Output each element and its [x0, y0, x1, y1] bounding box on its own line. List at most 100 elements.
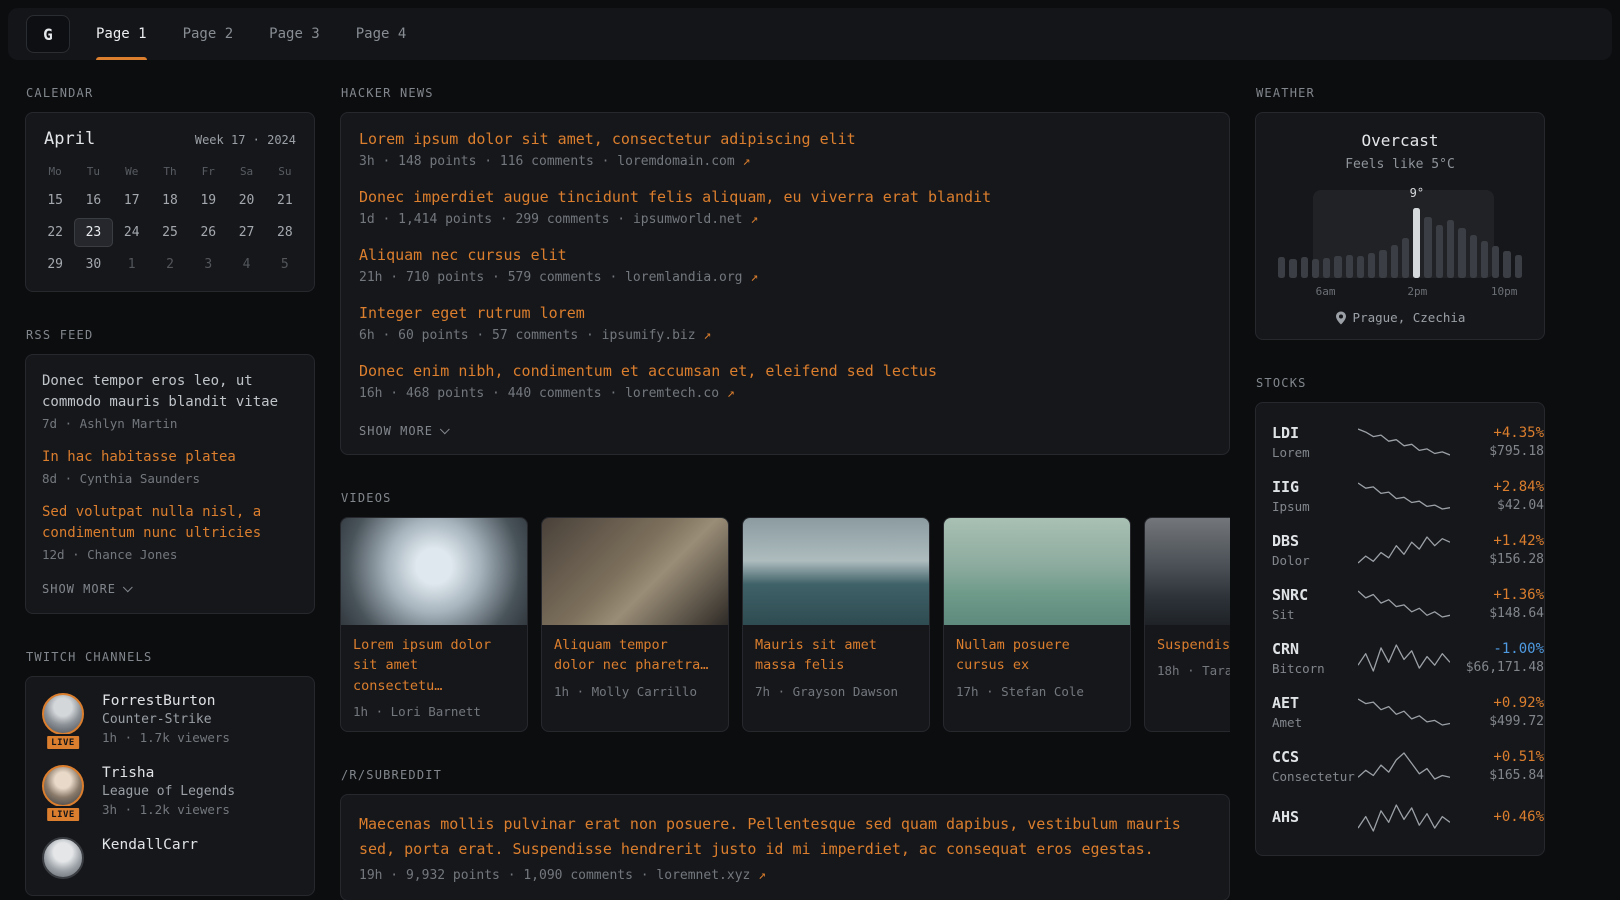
hn-item-domain-link[interactable]: loremlandia.org ↗	[625, 270, 758, 285]
stock-row[interactable]: DBSDolor+1.42%$156.28	[1272, 523, 1528, 577]
hn-item-domain-link[interactable]: ipsumify.biz ↗	[602, 328, 712, 343]
weather-bar	[1458, 228, 1465, 278]
stock-info: LDILorem	[1272, 424, 1358, 460]
hn-item-title[interactable]: Lorem ipsum dolor sit amet, consectetur …	[359, 130, 1211, 148]
video-card-body: Lorem ipsum dolor sit amet consectetu…1h…	[341, 625, 527, 731]
video-card[interactable]: Aliquam tempor dolor nec pharetra…1h · M…	[541, 517, 729, 732]
stock-row[interactable]: SNRCSit+1.36%$148.64	[1272, 577, 1528, 631]
subreddit-post-meta: 19h · 9,932 points · 1,090 comments · lo…	[359, 868, 1211, 883]
video-title[interactable]: Suspendisse diam	[1157, 635, 1230, 655]
weather-bar	[1391, 245, 1398, 278]
video-card[interactable]: Mauris sit amet massa felis 7h · Grayson …	[742, 517, 930, 732]
tab-page-4[interactable]: Page 4	[356, 8, 407, 60]
app-logo[interactable]: G	[26, 15, 70, 53]
hn-item: Aliquam nec cursus elit 21h · 710 points …	[359, 246, 1211, 285]
hn-item-title[interactable]: Integer eget rutrum lorem	[359, 304, 1211, 322]
sparkline-chart	[1358, 802, 1450, 834]
calendar-day: 28	[266, 218, 304, 247]
stock-name: Bitcorn	[1272, 661, 1358, 676]
twitch-channel[interactable]: LIVEForrestBurtonCounter-Strike1h · 1.7k…	[42, 693, 298, 745]
rss-item-title[interactable]: In hac habitasse platea	[42, 447, 298, 468]
calendar-day: 15	[36, 186, 74, 215]
hn-item: Donec imperdiet augue tincidunt felis al…	[359, 188, 1211, 227]
stock-name: Amet	[1272, 715, 1358, 730]
stock-info: AET Amet	[1272, 694, 1358, 730]
stocks-card: LDILorem+4.35%$795.18IIGIpsum+2.84%$42.0…	[1255, 402, 1545, 856]
rss-show-more-button[interactable]: SHOW MORE	[42, 582, 132, 596]
video-card[interactable]: Nullam posuere cursus ex17h · Stefan Col…	[943, 517, 1131, 732]
twitch-channel[interactable]: KendallCarr	[42, 837, 298, 879]
video-meta: 7h · Grayson Dawson	[755, 684, 917, 699]
stock-row[interactable]: CCSConsectetur+0.51%$165.84	[1272, 739, 1528, 793]
stock-change: +2.84%	[1450, 479, 1544, 495]
video-title[interactable]: Nullam posuere cursus ex	[956, 635, 1118, 676]
rss-item-title[interactable]: Sed volutpat nulla nisl, a condimentum n…	[42, 502, 298, 544]
video-title[interactable]: Mauris sit amet massa felis	[755, 635, 917, 676]
stock-name: Lorem	[1272, 445, 1358, 460]
external-link-icon: ↗	[750, 212, 758, 227]
twitch-channel-name: Trisha	[102, 765, 235, 781]
calendar-card: April Week 17 · 2024 MoTuWeThFrSaSu15161…	[25, 112, 315, 292]
stock-ticker: AET	[1272, 694, 1358, 712]
stock-change: +1.36%	[1450, 587, 1544, 603]
stock-row[interactable]: AETAmet+0.92%$499.72	[1272, 685, 1528, 739]
stock-name: Dolor	[1272, 553, 1358, 568]
hn-item-meta: 16h · 468 points · 440 comments · loremt…	[359, 386, 1211, 401]
hn-item-title[interactable]: Donec imperdiet augue tincidunt felis al…	[359, 188, 1211, 206]
hn-item-domain-link[interactable]: loremdomain.com ↗	[617, 154, 750, 169]
stock-values: +1.42%$156.28	[1450, 533, 1544, 567]
stock-change: -1.00%	[1450, 641, 1544, 657]
stock-row[interactable]: IIGIpsum+2.84%$42.04	[1272, 469, 1528, 523]
stock-sparkline	[1358, 534, 1450, 566]
tab-page-2[interactable]: Page 2	[183, 8, 234, 60]
rss-item: In hac habitasse platea8d · Cynthia Saun…	[42, 447, 298, 486]
hn-item-domain-link[interactable]: ipsumworld.net ↗	[633, 212, 758, 227]
tab-page-1[interactable]: Page 1	[96, 8, 147, 60]
hn-item-domain: ipsumworld.net	[633, 212, 750, 227]
weather-bar	[1481, 241, 1488, 278]
weather-bar	[1470, 235, 1477, 278]
calendar-day: 29	[36, 250, 74, 279]
rss-item: Sed volutpat nulla nisl, a condimentum n…	[42, 502, 298, 562]
hackernews-show-more-button[interactable]: SHOW MORE	[359, 424, 449, 438]
stock-sparkline	[1358, 696, 1450, 728]
tab-page-3[interactable]: Page 3	[269, 8, 320, 60]
live-badge: LIVE	[45, 734, 81, 751]
stock-ticker: DBS	[1272, 532, 1358, 550]
video-thumbnail	[1145, 518, 1230, 625]
hn-item-title[interactable]: Donec enim nibh, condimentum et accumsan…	[359, 362, 1211, 380]
avatar-wrap: LIVE	[42, 765, 88, 817]
hn-item-title[interactable]: Aliquam nec cursus elit	[359, 246, 1211, 264]
avatar	[42, 765, 84, 807]
subreddit-post-title[interactable]: Maecenas mollis pulvinar erat non posuer…	[359, 812, 1211, 862]
stock-ticker: SNRC	[1272, 586, 1358, 604]
video-card[interactable]: Suspendisse diam18h · Tara	[1144, 517, 1230, 732]
stock-row[interactable]: AHS+0.46%	[1272, 793, 1528, 843]
hackernews-widget: HACKER NEWS Lorem ipsum dolor sit amet, …	[340, 86, 1230, 455]
hn-item-meta: 21h · 710 points · 579 comments · loreml…	[359, 270, 1211, 285]
weather-bar-current	[1413, 208, 1420, 278]
stock-values: -1.00%$66,171.48	[1450, 641, 1544, 675]
calendar-day-header: Tu	[74, 159, 112, 183]
twitch-channel-game: Counter-Strike	[102, 712, 230, 727]
subreddit-widget-title: /R/SUBREDDIT	[341, 768, 1230, 782]
sparkline-chart	[1358, 750, 1450, 782]
stock-row[interactable]: LDILorem+4.35%$795.18	[1272, 415, 1528, 469]
video-card-body: Suspendisse diam18h · Tara	[1145, 625, 1230, 690]
stock-values: +4.35%$795.18	[1450, 425, 1544, 459]
video-card[interactable]: Lorem ipsum dolor sit amet consectetu…1h…	[340, 517, 528, 732]
hn-item-domain-link[interactable]: loremtech.co ↗	[625, 386, 735, 401]
video-title[interactable]: Aliquam tempor dolor nec pharetra…	[554, 635, 716, 676]
stock-price: $148.64	[1450, 606, 1544, 621]
top-bar: G Page 1 Page 2 Page 3 Page 4	[8, 8, 1612, 60]
weather-hourly-chart: 9° 6am2pm10pm	[1276, 186, 1524, 298]
weather-bar	[1289, 259, 1296, 278]
hn-item-domain: loremtech.co	[625, 386, 727, 401]
weather-bar	[1515, 255, 1522, 278]
video-title[interactable]: Lorem ipsum dolor sit amet consectetu…	[353, 635, 515, 696]
stock-row[interactable]: CRNBitcorn-1.00%$66,171.48	[1272, 631, 1528, 685]
weather-bar	[1447, 220, 1454, 278]
subreddit-post-domain-link[interactable]: loremnet.xyz ↗	[656, 868, 766, 883]
twitch-channel[interactable]: LIVETrishaLeague of Legends3h · 1.2k vie…	[42, 765, 298, 817]
rss-item-title[interactable]: Donec tempor eros leo, ut commodo mauris…	[42, 371, 298, 413]
